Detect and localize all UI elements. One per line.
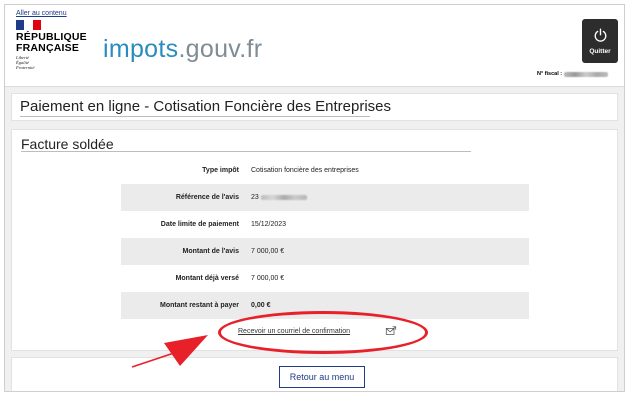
fiscal-number: N° fiscal : — [537, 71, 609, 77]
annotation-ellipse — [218, 311, 428, 354]
browser-frame: Aller au contenu RÉPUBLIQUE FRANÇAISE Li… — [4, 4, 625, 392]
section-title: Facture soldée — [21, 136, 114, 152]
fiscal-number-value-blurred — [564, 71, 609, 77]
divider — [20, 116, 370, 117]
detail-row-reference: Référence de l'avis 23 — [121, 184, 529, 211]
invoice-details: Type impôt Cotisation foncière des entre… — [121, 157, 529, 319]
detail-row-paid: Montant déjà versé 7 000,00 € — [175, 275, 285, 282]
impots-gouv-logo[interactable]: impots.gouv.fr — [103, 35, 262, 64]
skip-to-content-link[interactable]: Aller au contenu — [16, 10, 67, 17]
french-flag-icon — [16, 20, 41, 30]
bottom-panel: Retour au menu — [11, 357, 618, 391]
detail-row-amount: Montant de l'avis 7 000,00 € — [121, 238, 529, 265]
page-title: Paiement en ligne - Cotisation Foncière … — [20, 98, 392, 115]
power-icon — [594, 27, 606, 42]
detail-row-tax-type: Type impôt Cotisation foncière des entre… — [202, 167, 359, 174]
detail-row-due-date: Date limite de paiement 15/12/2023 — [160, 221, 287, 228]
devise: Liberté Égalité Fraternité — [16, 55, 35, 70]
invoice-panel: Facture soldée Type impôt Cotisation fon… — [11, 129, 618, 354]
reference-blurred — [260, 194, 307, 200]
divider — [21, 151, 471, 152]
back-to-menu-button[interactable]: Retour au menu — [279, 366, 365, 388]
quit-button[interactable]: Quitter — [582, 19, 618, 63]
site-header: Aller au contenu RÉPUBLIQUE FRANÇAISE Li… — [5, 5, 624, 87]
title-panel: Paiement en ligne - Cotisation Foncière … — [11, 93, 618, 121]
republique-francaise-logo: RÉPUBLIQUE FRANÇAISE — [16, 31, 87, 54]
